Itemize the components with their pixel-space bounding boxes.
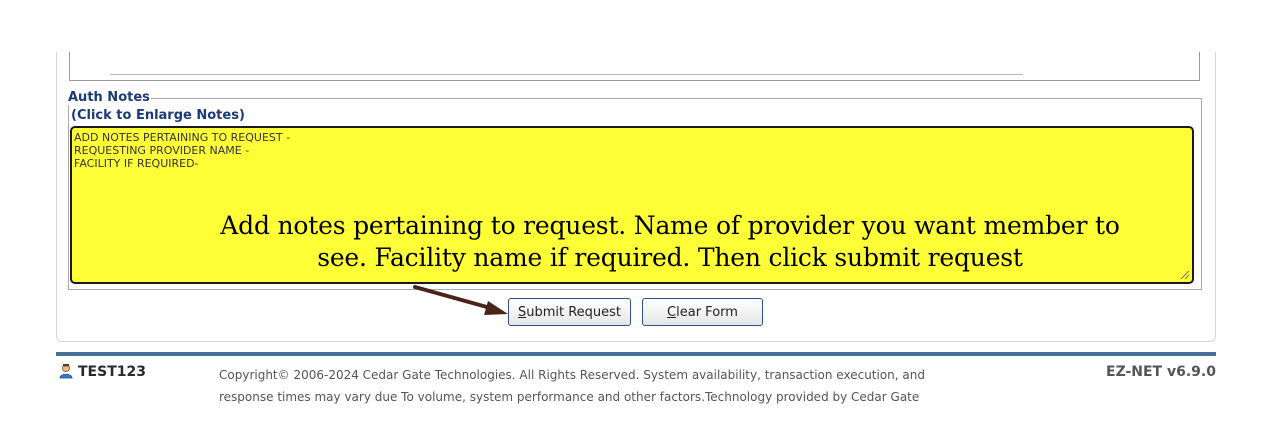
version-label: EZ-NET v6.9.0 <box>1106 364 1216 380</box>
instruction-line-1: Add notes pertaining to request. Name of… <box>220 211 1120 240</box>
copyright-line-1: Copyright© 2006-2024 Cedar Gate Technolo… <box>219 368 925 382</box>
auth-notes-text: ADD NOTES PERTAINING TO REQUEST - REQUES… <box>74 131 291 170</box>
auth-notes-legend: Auth Notes <box>68 90 150 105</box>
instruction-annotation: Add notes pertaining to request. Name of… <box>150 210 1190 274</box>
footer-divider <box>56 352 1216 356</box>
submit-label: ubmit Request <box>526 304 622 320</box>
arrow-icon <box>413 285 508 315</box>
clear-form-button[interactable]: Clear Form <box>642 298 763 326</box>
enlarge-notes-link[interactable]: (Click to Enlarge Notes) <box>71 108 245 123</box>
previous-field-scrollbar[interactable] <box>110 74 1023 75</box>
clear-label: lear Form <box>676 304 738 320</box>
user-icon <box>59 364 73 379</box>
clear-access-key: C <box>667 304 677 320</box>
instruction-line-2: see. Facility name if required. Then cli… <box>317 243 1023 272</box>
submit-request-button[interactable]: Submit Request <box>508 298 631 326</box>
copyright-text: Copyright© 2006-2024 Cedar Gate Technolo… <box>219 364 1049 408</box>
submit-access-key: S <box>517 304 527 320</box>
previous-field-box <box>69 52 1200 81</box>
copyright-line-2: response times may vary due To volume, s… <box>219 390 920 404</box>
username: TEST123 <box>78 364 146 380</box>
